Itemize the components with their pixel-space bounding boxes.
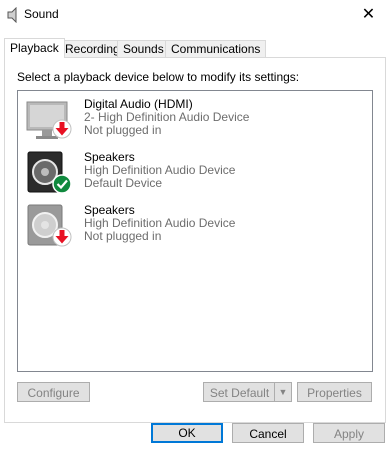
ok-button[interactable]: OK <box>151 423 223 443</box>
title-bar: Sound ✕ <box>0 0 391 30</box>
tab-sounds[interactable]: Sounds <box>117 40 170 57</box>
configure-button[interactable]: Configure <box>17 382 90 402</box>
set-default-button[interactable]: Set Default ▼ <box>203 382 292 402</box>
speaker-icon <box>27 204 72 247</box>
device-status: Default Device <box>84 176 163 190</box>
close-button[interactable]: ✕ <box>346 0 391 30</box>
device-status: Not plugged in <box>84 123 162 137</box>
playback-panel: Select a playback device below to modify… <box>4 57 386 423</box>
not-plugged-in-badge <box>52 119 72 139</box>
properties-button[interactable]: Properties <box>297 382 372 402</box>
apply-button[interactable]: Apply <box>313 423 385 443</box>
window-title: Sound <box>24 7 59 21</box>
device-status: Not plugged in <box>84 229 162 243</box>
tab-recording[interactable]: Recording <box>59 40 126 57</box>
monitor-icon <box>26 101 72 139</box>
cancel-button[interactable]: Cancel <box>232 423 304 443</box>
tab-playback[interactable]: Playback <box>4 38 65 58</box>
tab-communications[interactable]: Communications <box>165 40 267 57</box>
playback-device-list[interactable]: Digital Audio (HDMI) 2- High Definition … <box>17 90 373 372</box>
not-plugged-in-badge <box>52 227 72 247</box>
default-device-check-badge <box>52 174 72 194</box>
device-item[interactable]: Speakers High Definition Audio Device De… <box>24 150 324 200</box>
sound-app-icon <box>7 7 17 23</box>
device-item[interactable]: Speakers High Definition Audio Device No… <box>24 203 324 253</box>
playback-instructions: Select a playback device below to modify… <box>17 70 300 84</box>
speaker-icon <box>27 151 72 194</box>
set-default-label: Set Default <box>209 386 270 400</box>
chevron-down-icon[interactable]: ▼ <box>274 383 291 401</box>
device-item[interactable]: Digital Audio (HDMI) 2- High Definition … <box>24 97 324 147</box>
